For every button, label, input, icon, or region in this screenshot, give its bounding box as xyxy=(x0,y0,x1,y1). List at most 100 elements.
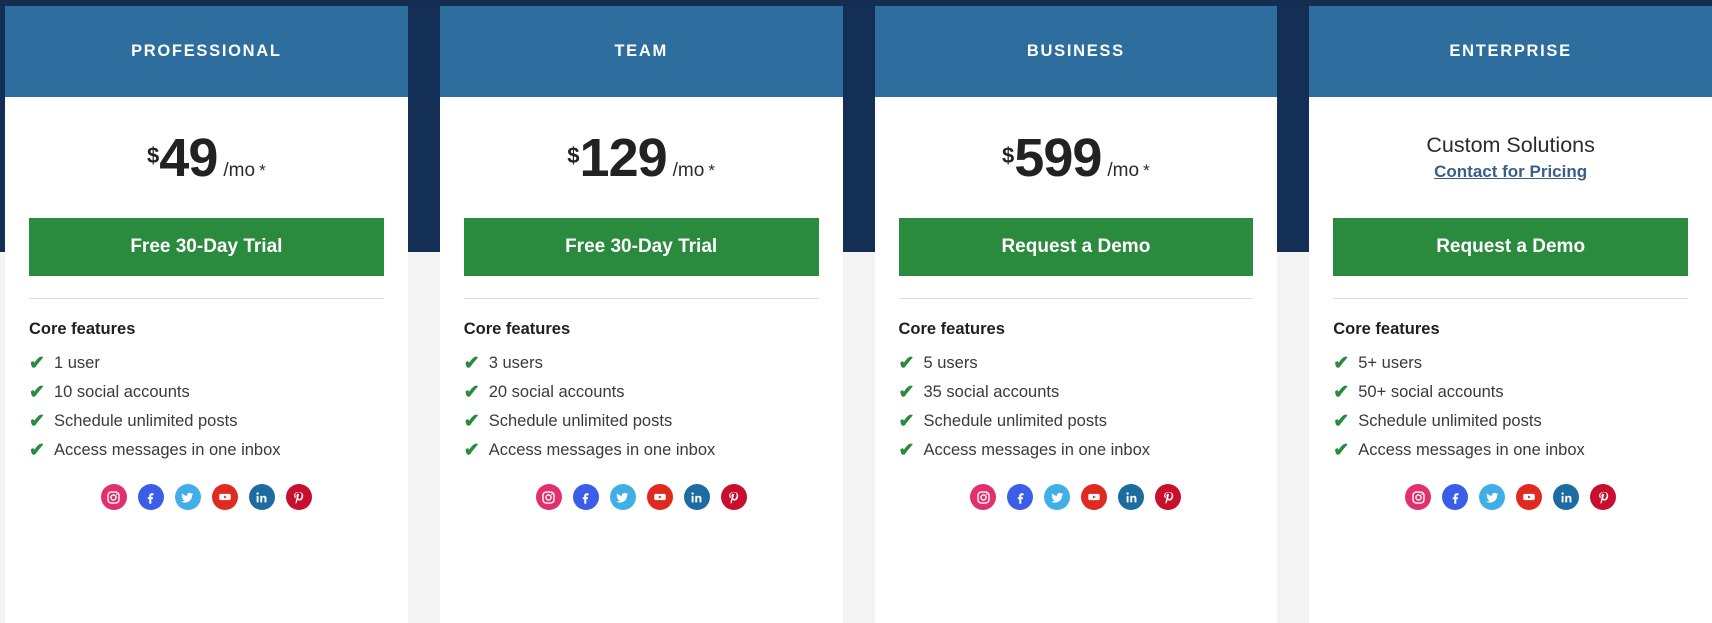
feature-label: Schedule unlimited posts xyxy=(488,412,673,430)
check-icon: ✔ xyxy=(1333,440,1350,461)
pinterest-icon[interactable] xyxy=(720,484,747,510)
price-period: /mo xyxy=(223,159,256,181)
price-currency-symbol: $ xyxy=(1002,142,1015,168)
feature-item: ✔ 35 social accounts xyxy=(899,383,1254,402)
price-period: /mo xyxy=(672,159,705,181)
price-zone-business: $599/mo * xyxy=(899,97,1254,218)
pinterest-icon[interactable] xyxy=(285,484,312,510)
section-divider xyxy=(898,298,1254,299)
linkedin-icon[interactable] xyxy=(1118,484,1145,510)
feature-label: Access messages in one inbox xyxy=(54,441,281,459)
contact-for-pricing-link[interactable]: Contact for Pricing xyxy=(1434,162,1587,182)
pinterest-icon[interactable] xyxy=(1155,484,1182,510)
linkedin-icon[interactable] xyxy=(248,484,275,510)
features-heading-professional: Core features xyxy=(29,320,136,338)
plan-title-professional: PROFESSIONAL xyxy=(131,42,282,60)
price-asterisk: * xyxy=(259,160,266,180)
cta-button-enterprise[interactable]: Request a Demo xyxy=(1333,218,1688,276)
grid-gutter-0 xyxy=(408,0,440,617)
custom-pricing-zone-enterprise: Custom Solutions Contact for Pricing xyxy=(1333,97,1688,218)
social-icons-row-professional xyxy=(29,484,384,520)
price-period: /mo xyxy=(1107,159,1140,181)
feature-label: 3 users xyxy=(488,354,543,372)
check-icon: ✔ xyxy=(463,382,480,403)
pricing-card-grid: PROFESSIONAL $49/mo * Free 30-Day Trial Core… xyxy=(0,0,1712,623)
grid-gutter-2 xyxy=(1277,0,1309,617)
feature-label: 35 social accounts xyxy=(923,383,1060,401)
facebook-icon[interactable] xyxy=(1007,484,1034,510)
feature-label: 50+ social accounts xyxy=(1358,383,1504,401)
feature-item: ✔ 5 users xyxy=(899,354,1254,373)
price-currency-symbol: $ xyxy=(147,142,160,168)
plan-title-business: BUSINESS xyxy=(1026,42,1125,60)
price-amount: 49 xyxy=(159,127,218,188)
check-icon: ✔ xyxy=(29,353,45,374)
instagram-icon[interactable] xyxy=(535,484,562,510)
features-list-business: ✔ 5 users ✔ 35 social accounts ✔ Schedule unl… xyxy=(899,354,1254,470)
features-heading-enterprise: Core features xyxy=(1333,320,1440,338)
check-icon: ✔ xyxy=(29,440,45,461)
feature-item: ✔ Access messages in one inbox xyxy=(464,441,819,460)
feature-label: 5 users xyxy=(923,354,978,372)
price-business: $599/mo * xyxy=(1002,131,1150,185)
twitter-icon[interactable] xyxy=(1044,484,1071,510)
check-icon: ✔ xyxy=(898,440,915,461)
section-divider xyxy=(463,298,819,299)
features-list-enterprise: ✔ 5+ users ✔ 50+ social accounts ✔ Schedule u… xyxy=(1333,354,1688,470)
price-asterisk: * xyxy=(708,160,715,180)
check-icon: ✔ xyxy=(1333,411,1350,432)
feature-item: ✔ 10 social accounts xyxy=(29,383,384,402)
pricing-card-enterprise: ENTERPRISE Custom Solutions Contact for Pr… xyxy=(1309,6,1712,623)
instagram-icon[interactable] xyxy=(1405,484,1432,510)
cta-button-team[interactable]: Free 30-Day Trial xyxy=(463,218,819,276)
facebook-icon[interactable] xyxy=(572,484,599,510)
youtube-icon[interactable] xyxy=(1081,484,1108,510)
instagram-icon[interactable] xyxy=(100,484,127,510)
facebook-icon[interactable] xyxy=(1442,484,1469,510)
social-icons-row-enterprise xyxy=(1333,484,1688,520)
linkedin-icon[interactable] xyxy=(1553,484,1580,510)
twitter-icon[interactable] xyxy=(1479,484,1506,510)
feature-item: ✔ Schedule unlimited posts xyxy=(1333,412,1688,431)
feature-item: ✔ Access messages in one inbox xyxy=(899,441,1254,460)
feature-item: ✔ 1 user xyxy=(29,354,384,373)
feature-item: ✔ Access messages in one inbox xyxy=(29,441,384,460)
facebook-icon[interactable] xyxy=(137,484,164,510)
price-professional: $49/mo * xyxy=(147,131,266,185)
card-body-business: $599/mo * Request a Demo Core features ✔ 5 us… xyxy=(875,97,1278,623)
pricing-card-team: TEAM $129/mo * Free 30-Day Trial Core featur… xyxy=(439,6,843,623)
linkedin-icon[interactable] xyxy=(683,484,710,510)
feature-label: 1 user xyxy=(54,354,100,372)
feature-label: Access messages in one inbox xyxy=(1358,441,1585,459)
feature-item: ✔ Schedule unlimited posts xyxy=(29,412,384,431)
price-team: $129/mo * xyxy=(567,131,715,185)
pinterest-icon[interactable] xyxy=(1590,484,1617,510)
youtube-icon[interactable] xyxy=(1516,484,1543,510)
custom-solutions-label: Custom Solutions xyxy=(1426,133,1595,157)
feature-item: ✔ Access messages in one inbox xyxy=(1333,441,1688,460)
feature-label: 20 social accounts xyxy=(488,383,625,401)
card-header-professional: PROFESSIONAL xyxy=(5,6,408,97)
twitter-icon[interactable] xyxy=(609,484,636,510)
feature-item: ✔ 50+ social accounts xyxy=(1333,383,1688,402)
card-body-enterprise: Custom Solutions Contact for Pricing Reque… xyxy=(1309,97,1712,623)
twitter-icon[interactable] xyxy=(174,484,201,510)
youtube-icon[interactable] xyxy=(211,484,238,510)
pricing-card-professional: PROFESSIONAL $49/mo * Free 30-Day Trial Core… xyxy=(5,6,408,623)
cta-button-professional[interactable]: Free 30-Day Trial xyxy=(29,218,384,276)
features-heading-business: Core features xyxy=(898,320,1005,338)
instagram-icon[interactable] xyxy=(970,484,997,510)
social-icons-row-business xyxy=(899,484,1254,520)
social-icons-row-team xyxy=(464,484,819,520)
check-icon: ✔ xyxy=(898,411,915,432)
check-icon: ✔ xyxy=(1333,382,1350,403)
feature-label: Schedule unlimited posts xyxy=(54,412,238,430)
feature-label: Schedule unlimited posts xyxy=(923,412,1107,430)
features-list-team: ✔ 3 users ✔ 20 social accounts ✔ Schedule unl… xyxy=(464,354,819,470)
cta-button-business[interactable]: Request a Demo xyxy=(898,218,1254,276)
check-icon: ✔ xyxy=(29,382,45,403)
youtube-icon[interactable] xyxy=(646,484,673,510)
card-body-professional: $49/mo * Free 30-Day Trial Core features ✔ 1 … xyxy=(5,97,408,623)
check-icon: ✔ xyxy=(463,440,480,461)
check-icon: ✔ xyxy=(29,411,45,432)
